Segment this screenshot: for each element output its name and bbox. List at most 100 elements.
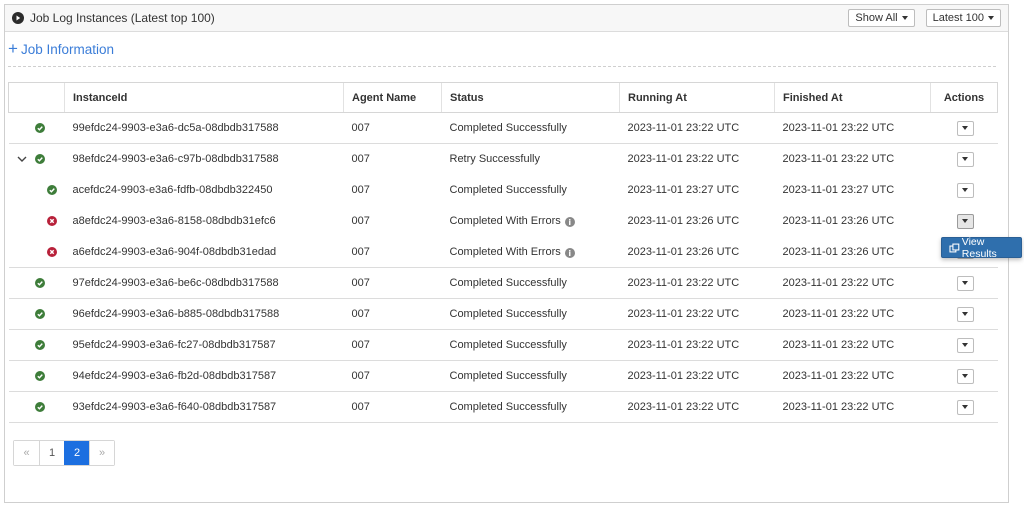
column-header-instanceid[interactable]: InstanceId [64,82,344,113]
actions-cell [930,391,998,423]
row-actions-button[interactable] [956,213,974,229]
status-text: Retry Successfully [449,153,540,166]
row-actions-button[interactable] [956,182,974,198]
table-body: 99efdc24-9903-e3a6-dc5a-08dbdb317588 007 C… [8,112,998,423]
finished-at-cell: 2023-11-01 23:22 UTC [774,298,931,330]
panel-title: Job Log Instances (Latest top 100) [30,11,215,25]
show-all-label: Show All [855,12,898,24]
job-information-label: Job Information [20,42,114,57]
row-status-cell [8,298,65,330]
column-header-running-at[interactable]: Running At [619,82,775,113]
agent-name-cell: 007 [343,143,442,175]
show-all-dropdown[interactable]: Show All [848,9,915,27]
actions-cell [930,112,998,144]
agent-name-text: 007 [351,277,370,289]
table-header-row: InstanceId Agent Name Status Running At … [8,82,998,113]
row-actions-button[interactable] [956,120,974,136]
status-text: Completed Successfully [449,339,567,351]
running-at-text: 2023-11-01 23:22 UTC [627,122,740,134]
finished-at-cell: 2023-11-01 23:22 UTC [774,391,931,423]
table-child-row: acefdc24-9903-e3a6-fdfb-08dbdb322450 007 C… [9,175,998,206]
row-actions-button[interactable] [956,337,974,353]
status-cell: Completed With Errors i [442,237,620,268]
x-circle-icon [46,216,57,226]
table-row: 99efdc24-9903-e3a6-dc5a-08dbdb317588 007 C… [8,112,998,144]
caret-down-icon [962,312,968,316]
agent-name-text: 007 [351,370,370,382]
row-status-cell [8,391,65,423]
status-text: Completed Successfully [449,401,567,413]
running-at-cell: 2023-11-01 23:22 UTC [619,329,775,361]
row-actions-button[interactable] [956,368,974,384]
running-at-text: 2023-11-01 23:26 UTC [627,215,740,227]
caret-down-icon [962,405,968,409]
caret-down-icon [901,16,908,20]
table-row: 93efdc24-9903-e3a6-f640-08dbdb317587 007 C… [8,391,998,423]
row-status-cell [8,112,65,144]
running-at-text: 2023-11-01 23:26 UTC [627,245,740,258]
pagination-page-1[interactable]: 1 [39,441,64,465]
caret-down-icon [962,374,968,378]
check-circle-icon [34,371,45,381]
agent-name-cell: 007 [344,237,442,268]
pagination-page-2[interactable]: 2 [64,441,89,465]
running-at-text: 2023-11-01 23:22 UTC [627,277,740,289]
pagination-next[interactable]: » [89,441,114,465]
finished-at-text: 2023-11-01 23:22 UTC [782,122,895,134]
instanceid-cell: 96efdc24-9903-e3a6-b885-08dbdb317588 [64,298,344,330]
status-text: Completed With Errors [449,214,561,227]
finished-at-cell: 2023-11-01 23:22 UTC [774,329,931,361]
row-status-cell [8,267,65,299]
running-at-text: 2023-11-01 23:27 UTC [627,184,740,196]
status-cell: Completed Successfully [441,298,620,330]
finished-at-text: 2023-11-01 23:22 UTC [782,153,895,166]
column-header-finished-at[interactable]: Finished At [774,82,931,113]
row-actions-button[interactable] [956,306,974,322]
caret-down-icon [962,157,968,162]
instanceid-text: 94efdc24-9903-e3a6-fb2d-08dbdb317587 [72,370,277,382]
table-row: 98efdc24-9903-e3a6-c97b-08dbdb317588 007 R… [8,143,998,175]
finished-at-text: 2023-11-01 23:22 UTC [782,277,895,289]
running-at-cell: 2023-11-01 23:22 UTC [619,112,775,144]
finished-at-cell: 2023-11-01 23:22 UTC [774,267,931,299]
row-actions-button[interactable] [956,275,974,291]
running-at-text: 2023-11-01 23:22 UTC [627,153,740,166]
instanceid-text: 95efdc24-9903-e3a6-fc27-08dbdb317587 [72,339,276,351]
finished-at-text: 2023-11-01 23:26 UTC [782,215,895,227]
agent-name-cell: 007 [343,298,442,330]
row-status-cell [9,237,65,268]
actions-cell [930,329,998,361]
info-icon[interactable]: i [564,217,575,228]
chevron-down-icon[interactable] [17,155,27,163]
status-cell: Completed Successfully [441,360,620,392]
actions-cell [930,143,998,175]
instanceid-text: acefdc24-9903-e3a6-fdfb-08dbdb322450 [72,184,273,196]
instanceid-text: 96efdc24-9903-e3a6-b885-08dbdb317588 [72,308,280,320]
view-results-menu-item[interactable]: View Results [941,236,1022,260]
caret-down-icon [962,188,968,192]
row-status-cell [8,143,65,175]
job-information-toggle[interactable]: + Job Information [8,40,996,67]
caret-down-icon [962,126,968,130]
agent-name-text: 007 [351,122,370,134]
status-text: Completed Successfully [449,370,567,382]
pagination: « 1 2 » [13,440,115,466]
latest-dropdown[interactable]: Latest 100 [925,9,1001,27]
actions-cell [930,360,998,392]
column-header-agent-name[interactable]: Agent Name [343,82,442,113]
info-icon[interactable]: i [564,248,575,258]
table-row: 97efdc24-9903-e3a6-be6c-08dbdb317588 007 C… [8,267,998,299]
pagination-prev[interactable]: « [14,441,39,465]
instanceid-cell: acefdc24-9903-e3a6-fdfb-08dbdb322450 [65,175,344,206]
instanceid-cell: a8efdc24-9903-e3a6-8158-08dbdb31efc6 [65,206,344,237]
running-at-cell: 2023-11-01 23:22 UTC [619,143,775,175]
row-status-cell [8,329,65,361]
row-actions-button[interactable] [956,399,974,415]
running-at-text: 2023-11-01 23:22 UTC [627,401,740,413]
caret-down-icon [962,343,968,347]
row-actions-button[interactable] [956,151,974,167]
column-header-status[interactable]: Status [441,82,620,113]
finished-at-cell: 2023-11-01 23:22 UTC [774,112,931,144]
status-text: Completed Successfully [449,122,567,134]
check-circle-icon [34,154,45,165]
